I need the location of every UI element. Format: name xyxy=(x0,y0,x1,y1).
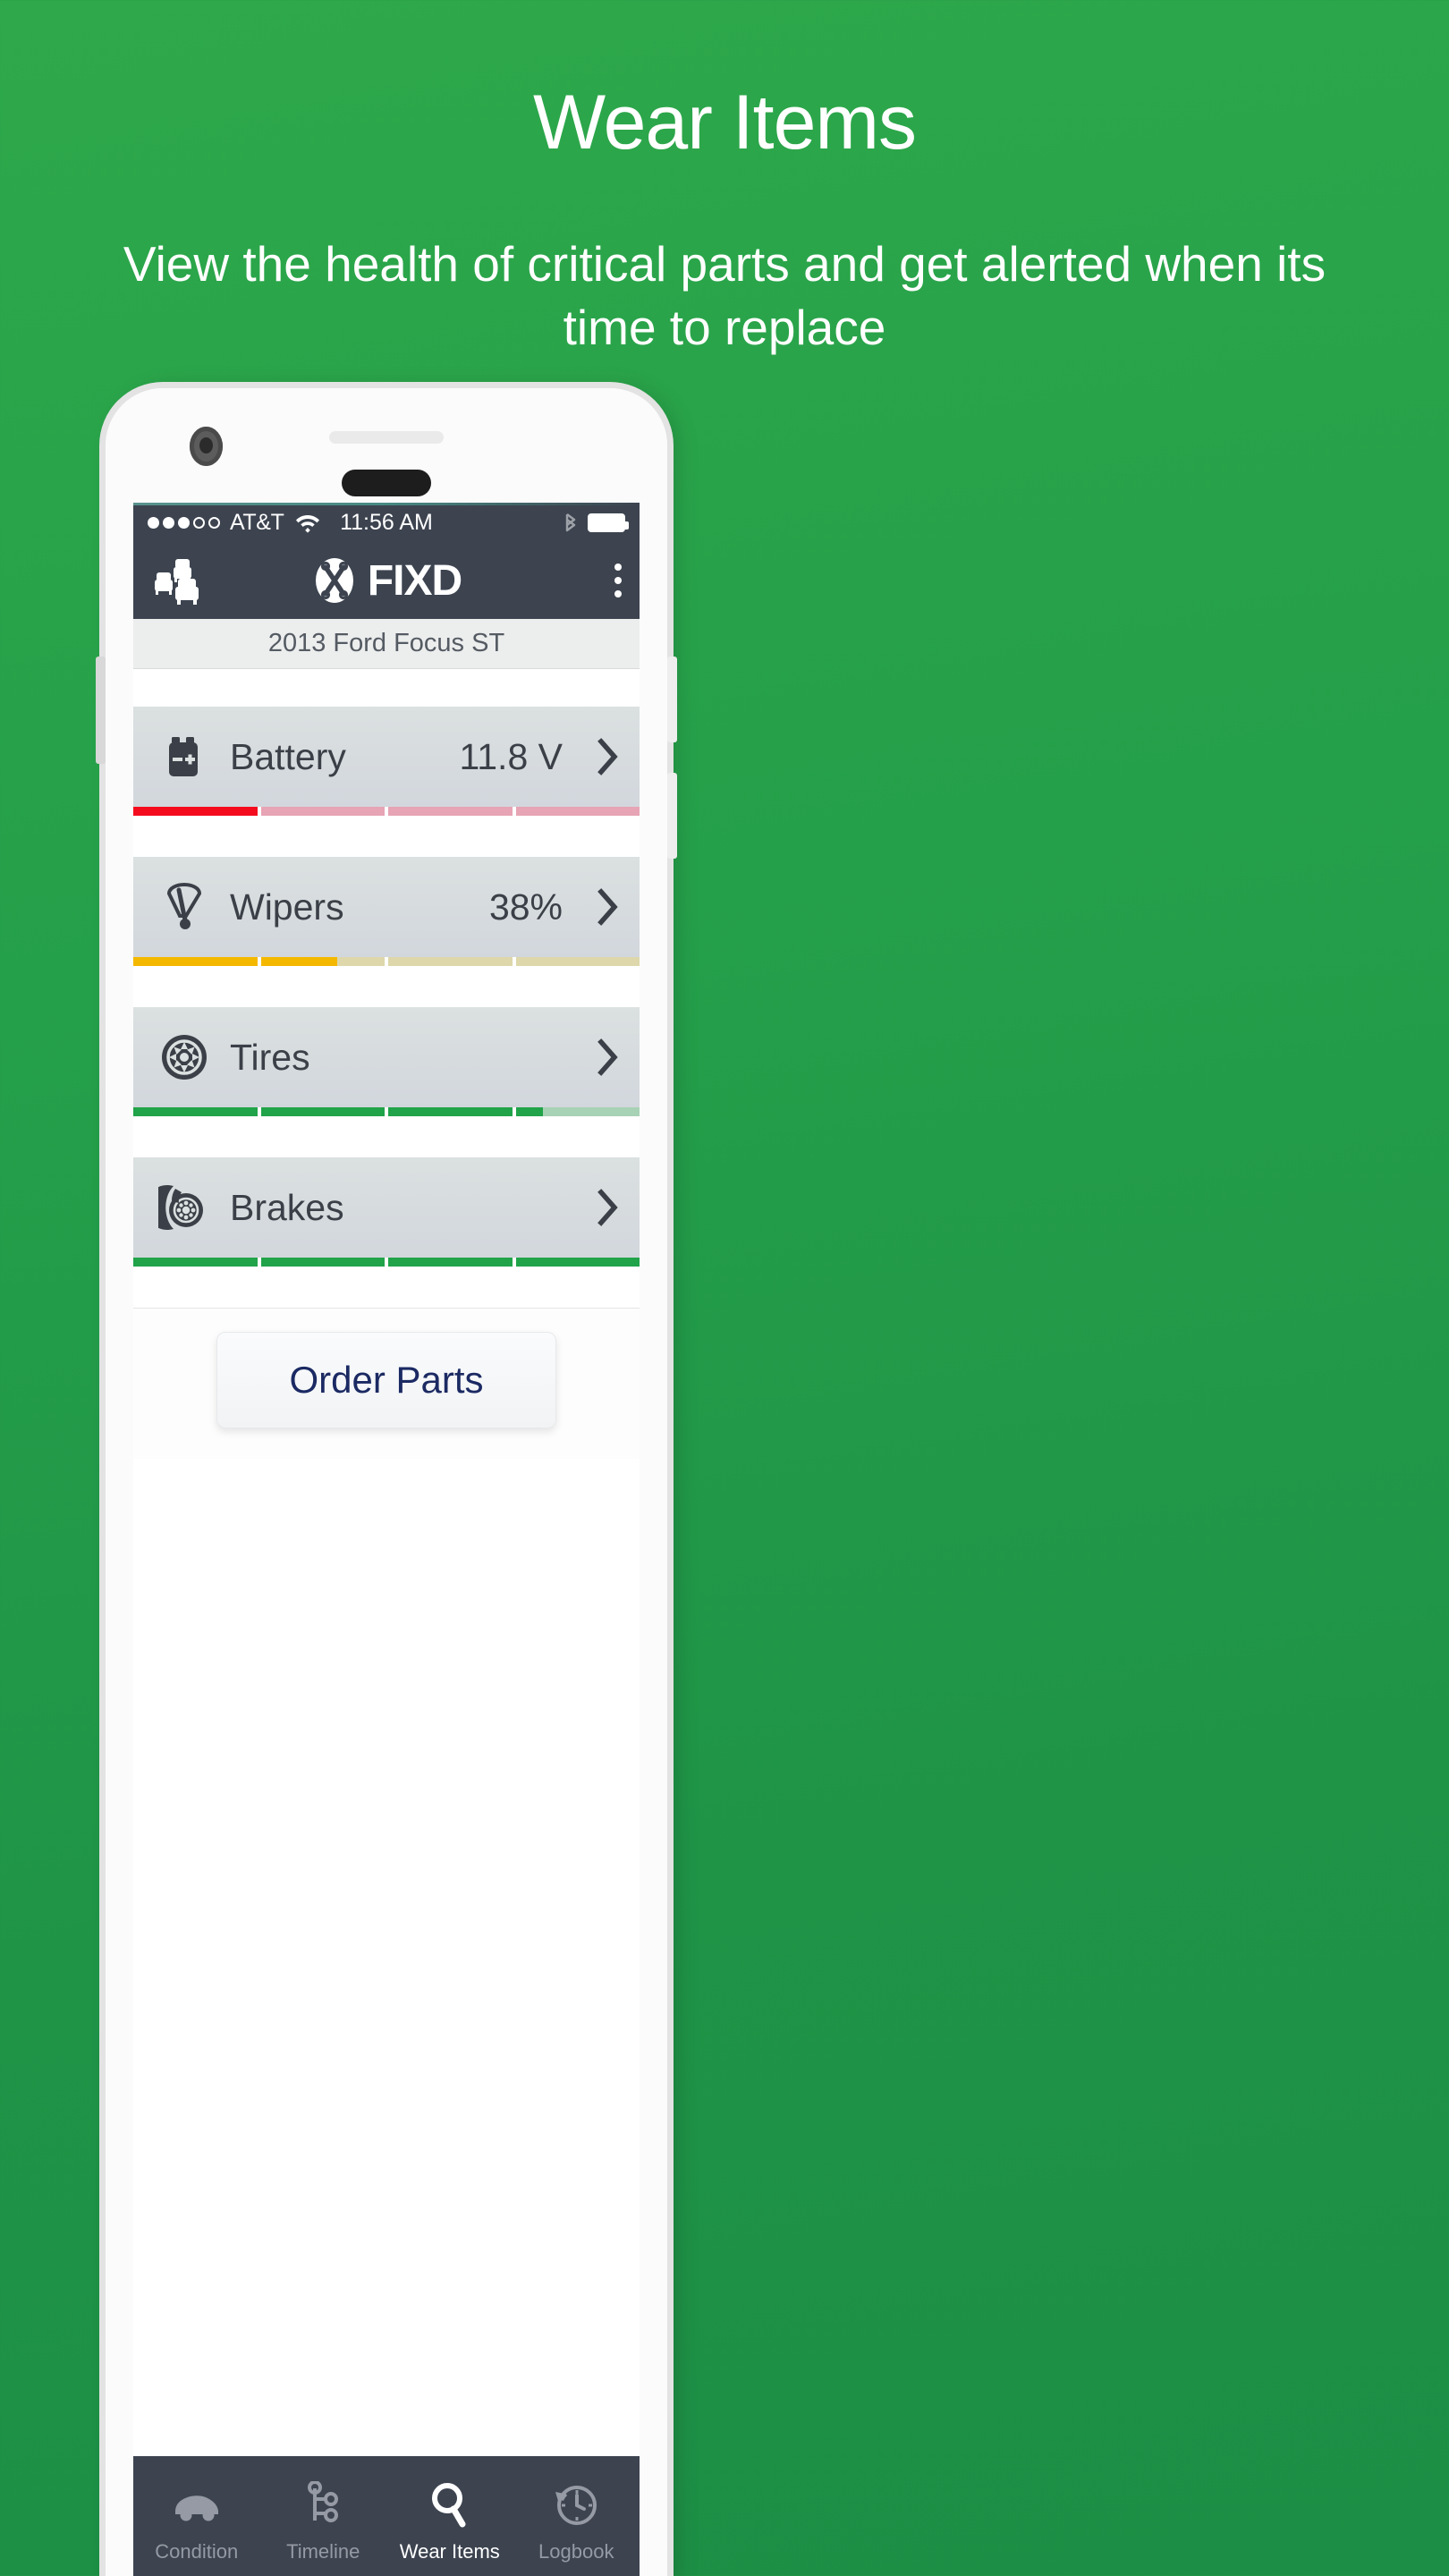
signal-strength-icon xyxy=(148,516,220,529)
wear-item-tires[interactable]: Tires xyxy=(133,1007,640,1116)
chevron-right-icon xyxy=(597,1188,620,1227)
order-parts-button[interactable]: Order Parts xyxy=(216,1332,556,1428)
wear-items-list: Battery 11.8 V Wipers 38% Tires Brakes xyxy=(133,669,640,1267)
wear-item-wipers[interactable]: Wipers 38% xyxy=(133,857,640,966)
chevron-right-icon xyxy=(597,737,620,776)
tire-icon xyxy=(153,1031,216,1083)
phone-screen: AT&T 11:56 AM FIXD 2013 Ford Focus ST Ba… xyxy=(133,503,640,2576)
home-button[interactable] xyxy=(342,470,431,496)
clock-back-icon xyxy=(552,2481,600,2529)
chevron-right-icon xyxy=(597,887,620,927)
power-button[interactable] xyxy=(96,657,106,764)
volume-down-button[interactable] xyxy=(667,773,677,859)
order-parts-label: Order Parts xyxy=(289,1359,484,1401)
wear-item-label: Battery xyxy=(230,735,346,777)
wear-item-brakes[interactable]: Brakes xyxy=(133,1157,640,1267)
nav-label: Timeline xyxy=(286,2540,360,2563)
wifi-icon xyxy=(294,512,321,533)
wear-progress-bar xyxy=(133,1258,640,1267)
wear-item-label: Brakes xyxy=(230,1186,344,1228)
battery-icon xyxy=(153,732,216,782)
brake-rotor-icon xyxy=(153,1182,216,1233)
fixd-wrench-logo xyxy=(311,557,358,604)
vehicle-name: 2013 Ford Focus ST xyxy=(267,629,505,657)
brand-name: FIXD xyxy=(367,556,462,605)
garage-cars-icon[interactable] xyxy=(151,555,207,606)
nav-item-condition[interactable]: Condition xyxy=(133,2456,260,2576)
wiper-icon xyxy=(153,881,216,933)
nav-label: Condition xyxy=(155,2540,239,2563)
wear-item-value: 38% xyxy=(488,886,563,928)
wear-item-label: Wipers xyxy=(230,886,344,928)
nav-label: Logbook xyxy=(538,2540,614,2563)
search-icon xyxy=(428,2481,471,2529)
earpiece-speaker xyxy=(329,431,444,444)
front-camera-icon xyxy=(190,427,223,466)
wear-item-value: 11.8 V xyxy=(459,735,564,777)
vehicle-selector[interactable]: 2013 Ford Focus ST xyxy=(133,619,640,669)
wear-item-battery[interactable]: Battery 11.8 V xyxy=(133,707,640,816)
wear-progress-bar xyxy=(133,807,640,816)
status-bar: AT&T 11:56 AM xyxy=(133,503,640,542)
battery-icon xyxy=(588,513,629,532)
car-icon xyxy=(171,2481,223,2529)
volume-up-button[interactable] xyxy=(667,657,677,742)
nav-item-wear-items[interactable]: Wear Items xyxy=(386,2456,513,2576)
timeline-icon xyxy=(302,2481,343,2529)
promo-subtitle: View the health of critical parts and ge… xyxy=(123,236,1326,355)
carrier-label: AT&T xyxy=(230,509,284,535)
promo-title: Wear Items xyxy=(532,80,917,165)
bluetooth-icon xyxy=(562,510,580,535)
bottom-navigation: Condition Timeline Wear Items Logbook xyxy=(133,2456,640,2576)
brand-lockup: FIXD xyxy=(133,556,640,606)
nav-item-timeline[interactable]: Timeline xyxy=(260,2456,387,2576)
wear-item-label: Tires xyxy=(230,1036,310,1078)
promo-block: Wear Items View the health of critical p… xyxy=(0,0,1449,359)
phone-mockup: AT&T 11:56 AM FIXD 2013 Ford Focus ST Ba… xyxy=(96,388,677,2576)
nav-label: Wear Items xyxy=(399,2540,500,2563)
chevron-right-icon xyxy=(597,1038,620,1077)
kebab-menu-icon[interactable] xyxy=(614,564,622,597)
order-parts-zone: Order Parts xyxy=(133,1308,640,1459)
nav-item-logbook[interactable]: Logbook xyxy=(513,2456,640,2576)
wear-progress-bar xyxy=(133,957,640,966)
app-bar: FIXD xyxy=(133,542,640,619)
wear-progress-bar xyxy=(133,1107,640,1116)
